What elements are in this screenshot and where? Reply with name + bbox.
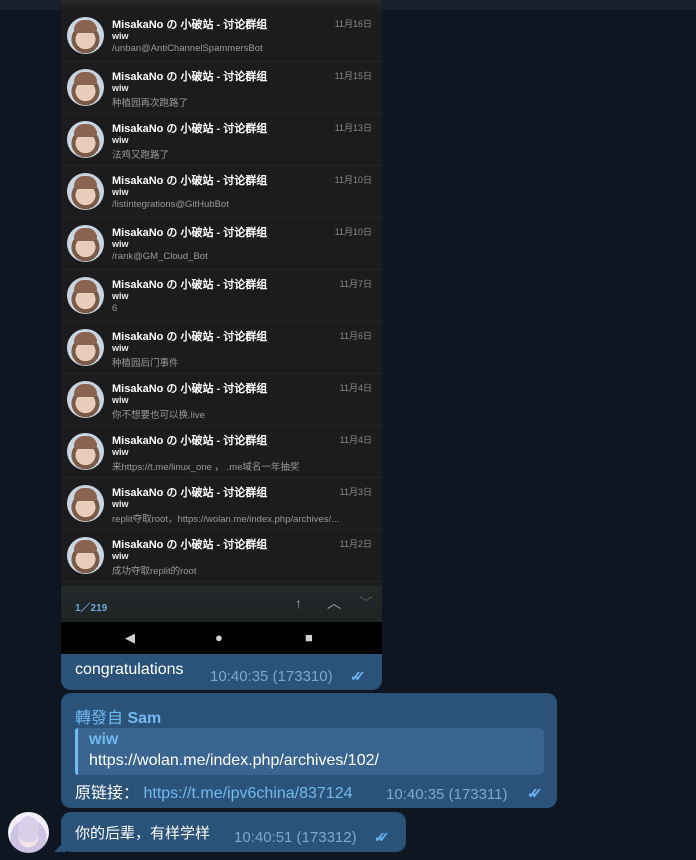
original-link-line: 原链接： https://t.me/ipv6china/837124 <box>75 779 353 803</box>
search-result-item[interactable]: MisakaNo の 小破站 - 讨论群组 11月6日 wiw 种植园后门事件 <box>61 322 382 374</box>
quote-accent-bar <box>75 728 78 775</box>
search-navigation-bar: 1／219 ↑ ︿ ﹀ <box>61 586 382 622</box>
result-chat-name: MisakaNo の 小破站 - 讨论群组 <box>112 331 268 343</box>
search-result-item[interactable]: MisakaNo の 小破站 - 讨论群组 11月15日 wiw 种植园再次跑路了 <box>61 62 382 114</box>
result-date: 11月10日 <box>334 227 372 237</box>
search-result-item[interactable]: MisakaNo の 小破站 - 讨论群组 11月3日 wiw replit夺取roo… <box>61 478 382 530</box>
avatar <box>67 433 104 470</box>
quote-sender: wiw <box>89 731 119 748</box>
search-result-item[interactable]: MisakaNo の 小破站 - 讨论群组 11月10日 wiw/rank@GM_C… <box>61 218 382 270</box>
android-recents-icon[interactable]: ■ <box>305 630 313 645</box>
avatar <box>67 121 104 158</box>
search-result-item[interactable]: MisakaNo の 小破站 - 讨论群组 11月4日 wiw 你不想要也可以换.li… <box>61 374 382 426</box>
message-meta: 10:40:35 (173311) <box>386 786 508 803</box>
avatar <box>67 17 104 54</box>
result-text: 种植园再次跑路了 <box>112 98 189 109</box>
search-result-item[interactable]: MisakaNo の 小破站 - 讨论群组 11月16日 wiw/unban@Ant… <box>61 10 382 62</box>
avatar[interactable] <box>8 812 49 853</box>
result-date: 11月6日 <box>339 331 372 341</box>
result-sender: wiw <box>112 499 129 509</box>
result-chat-name: MisakaNo の 小破站 - 讨论群组 <box>112 487 268 499</box>
result-text: /rank@GM_Cloud_Bot <box>112 251 208 262</box>
search-result-item[interactable]: MisakaNo の 小破站 - 讨论群组 11月4日 wiw 来https://t.… <box>61 426 382 478</box>
result-sender: wiw <box>112 343 129 353</box>
result-date: 11月2日 <box>339 539 372 549</box>
result-sender: wiw <box>112 395 129 405</box>
android-navigation-bar: ◀ ● ■ <box>61 622 382 654</box>
double-check-icon: ✓✓ <box>374 829 390 845</box>
result-date: 11月13日 <box>334 123 372 133</box>
result-text: /listintegrations@GitHubBot <box>112 199 229 210</box>
result-text: 来https://t.me/linux_one ， .me域名一年抽奖 <box>112 462 300 473</box>
result-sender: wiw <box>112 83 129 93</box>
message-text: congratulations <box>75 661 184 678</box>
android-back-icon[interactable]: ◀ <box>125 630 135 646</box>
message-bubble[interactable]: congratulations 10:40:35 (173310) ✓✓ <box>61 654 382 690</box>
result-sender: wiw <box>112 447 129 457</box>
avatar <box>67 225 104 262</box>
avatar <box>67 537 104 574</box>
search-result-item[interactable]: MisakaNo の 小破站 - 讨论群组 11月7日 wiw 6 <box>61 270 382 322</box>
result-date: 11月15日 <box>334 71 372 81</box>
double-check-icon: ✓✓ <box>350 668 366 684</box>
result-text: 你不想要也可以换.live <box>112 410 205 421</box>
embedded-screenshot[interactable]: MisakaNo の 小破站 - 讨论群组 11月16日 wiw/unban@Ant… <box>61 0 382 654</box>
search-result-item[interactable]: MisakaNo の 小破站 - 讨论群组 11月2日 wiw 成功夺取replit的… <box>61 530 382 582</box>
quote-text: https://wolan.me/index.php/archives/102/ <box>89 752 379 769</box>
message-meta: 10:40:51 (173312) <box>234 829 357 846</box>
result-chat-name: MisakaNo の 小破站 - 讨论群组 <box>112 227 268 239</box>
result-chat-name: MisakaNo の 小破站 - 讨论群组 <box>112 435 268 447</box>
result-chat-name: MisakaNo の 小破站 - 讨论群组 <box>112 123 268 135</box>
android-home-icon[interactable]: ● <box>215 630 223 645</box>
link-preview-quote[interactable]: wiw https://wolan.me/index.php/archives/… <box>75 728 544 775</box>
result-chat-name: MisakaNo の 小破站 - 讨论群组 <box>112 539 268 551</box>
result-sender: wiw <box>112 551 129 561</box>
chevron-down-icon[interactable]: ﹀ <box>359 595 373 611</box>
result-text: 法鸡又跑路了 <box>112 150 170 161</box>
result-chat-name: MisakaNo の 小破站 - 讨论群组 <box>112 279 268 291</box>
chevron-up-icon[interactable]: ︿ <box>327 595 341 611</box>
result-chat-name: MisakaNo の 小破站 - 讨论群组 <box>112 19 268 31</box>
result-date: 11月4日 <box>339 435 372 445</box>
result-date: 11月7日 <box>339 279 372 289</box>
message-meta: 10:40:35 (173310) <box>210 668 333 685</box>
result-text: 种植园后门事件 <box>112 358 179 369</box>
result-sender: wiw <box>112 31 129 41</box>
result-date: 11月4日 <box>339 383 372 393</box>
arrow-up-icon[interactable]: ↑ <box>295 595 302 611</box>
result-date: 11月10日 <box>334 175 372 185</box>
original-link[interactable]: https://t.me/ipv6china/837124 <box>143 785 352 802</box>
result-sender: wiw <box>112 187 129 197</box>
forwarded-message-bubble[interactable]: 轉發自 Sam wiw https://wolan.me/index.php/a… <box>61 693 557 808</box>
search-result-counter: 1／219 <box>75 603 108 614</box>
avatar <box>67 485 104 522</box>
result-text: 成功夺取replit的root <box>112 566 197 577</box>
result-sender: wiw <box>112 239 129 249</box>
result-chat-name: MisakaNo の 小破站 - 讨论群组 <box>112 175 268 187</box>
search-result-item[interactable]: MisakaNo の 小破站 - 讨论群组 11月13日 wiw 法鸡又跑路了 <box>61 114 382 166</box>
result-sender: wiw <box>112 291 129 301</box>
search-result-item[interactable]: MisakaNo の 小破站 - 讨论群组 11月10日 wiw/listinteg… <box>61 166 382 218</box>
forward-header: 轉發自 Sam <box>75 704 161 728</box>
avatar <box>67 277 104 314</box>
double-check-icon: ✓✓ <box>527 785 543 801</box>
result-sender: wiw <box>112 135 129 145</box>
result-date: 11月16日 <box>334 19 372 29</box>
screenshot-top-edge <box>61 0 382 10</box>
avatar <box>67 69 104 106</box>
result-date: 11月3日 <box>339 487 372 497</box>
original-link-label: 原链接： <box>75 785 140 802</box>
message-text: 你的后辈，有样学样 <box>75 825 211 842</box>
message-bubble[interactable]: 你的后辈，有样学样 10:40:51 (173312) ✓✓ <box>61 812 406 852</box>
result-text: replit夺取root，https://wolan.me/index.php/… <box>112 514 340 525</box>
avatar <box>67 173 104 210</box>
result-text: 6 <box>112 303 118 314</box>
result-text: /unban@AntiChannelSpammersBot <box>112 43 263 54</box>
avatar <box>67 329 104 366</box>
result-chat-name: MisakaNo の 小破站 - 讨论群组 <box>112 383 268 395</box>
forward-prefix: 轉發自 <box>75 710 128 727</box>
avatar <box>67 381 104 418</box>
forward-sender[interactable]: Sam <box>127 710 161 727</box>
result-chat-name: MisakaNo の 小破站 - 讨论群组 <box>112 71 268 83</box>
